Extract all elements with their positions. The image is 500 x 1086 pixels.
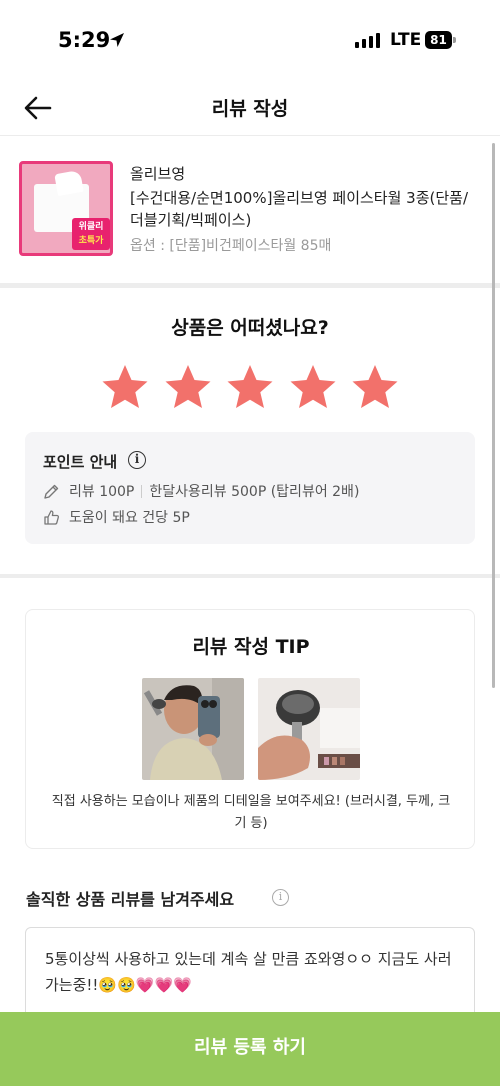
status-time: 5:29 — [58, 28, 111, 52]
star-icon-3[interactable] — [225, 362, 275, 412]
rating-question: 상품은 어떠셨나요? — [171, 317, 329, 339]
status-bar: 5:29 LTE 81 — [0, 0, 500, 80]
product-thumbnail: 위클리 초특가 — [19, 161, 113, 256]
tip-text: 직접 사용하는 모습이나 제품의 디테일을 보여주세요! (브러시결, 두께, … — [51, 794, 451, 831]
product-name: [수건대용/순면100%]올리브영 페이스타월 3종(단품/더블기획/빅페이스) — [130, 189, 469, 229]
product-brand: 올리브영 — [130, 165, 186, 183]
section-divider — [0, 283, 500, 288]
network-label: LTE — [390, 30, 422, 50]
point-info-box: 포인트 안내 i 리뷰 100P 한달사용리뷰 500P (탑리뷰어 2배) 도… — [25, 432, 475, 544]
page-title: 리뷰 작성 — [211, 98, 289, 120]
tissue-image — [54, 169, 84, 197]
battery-cap — [453, 37, 456, 43]
review-input-label: 솔직한 상품 리뷰를 남겨주세요 — [26, 890, 235, 909]
submit-review-button[interactable]: 리뷰 등록 하기 — [0, 1012, 500, 1086]
point-row-review: 리뷰 100P 한달사용리뷰 500P (탑리뷰어 2배) — [43, 481, 359, 501]
point-row-helpful: 도움이 돼요 건당 5P — [43, 507, 190, 527]
point-info-title: 포인트 안내 — [43, 453, 118, 471]
star-rating[interactable] — [100, 362, 400, 414]
review-content: 5통이상씩 사용하고 있는데 계속 살 만큼 죠와영ㅇㅇ 지금도 사러가는중!!… — [45, 950, 452, 994]
battery-icon: 81 — [425, 31, 452, 49]
promo-badge-line2: 초특가 — [78, 236, 104, 246]
review-info-icon[interactable]: i — [272, 889, 289, 906]
thumbs-up-icon — [44, 509, 60, 525]
pencil-icon — [44, 484, 59, 499]
header: 리뷰 작성 — [0, 80, 500, 136]
star-icon-4[interactable] — [288, 362, 338, 412]
monthly-reward-text: 한달사용리뷰 500P (탑리뷰어 2배) — [149, 484, 360, 500]
signal-icon — [355, 33, 380, 48]
star-icon-5[interactable] — [350, 362, 400, 412]
product-option: 옵션 : [단품]비건페이스타월 85매 — [130, 238, 332, 254]
review-tip-card: 리뷰 작성 TIP 직접 사용하는 모습이나 제품의 디테일을 보여주세요! (… — [25, 609, 475, 849]
brush-photo-image — [258, 678, 360, 780]
info-icon[interactable]: i — [128, 451, 146, 469]
promo-badge-line1: 위클리 — [78, 222, 104, 232]
tip-photo-person — [142, 678, 244, 780]
location-arrow-icon — [110, 33, 124, 47]
tip-title: 리뷰 작성 TIP — [192, 636, 310, 658]
tip-photo-brush — [258, 678, 360, 780]
star-icon-2[interactable] — [163, 362, 213, 412]
separator — [141, 484, 143, 498]
star-icon-1[interactable] — [100, 362, 150, 412]
person-photo-image — [142, 678, 244, 780]
promo-badge: 위클리 초특가 — [72, 218, 110, 250]
scrollbar[interactable] — [492, 143, 495, 688]
product-summary: 위클리 초특가 올리브영 [수건대용/순면100%]올리브영 페이스타월 3종(… — [0, 137, 500, 283]
review-reward-text: 리뷰 100P — [69, 484, 135, 500]
helpful-reward-text: 도움이 돼요 건당 5P — [69, 510, 190, 526]
section-divider — [0, 574, 500, 578]
